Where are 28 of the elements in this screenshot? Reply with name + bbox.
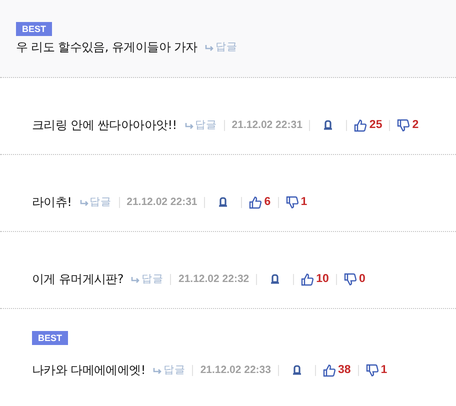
reply-arrow-icon <box>205 44 214 50</box>
comment-date: 21.12.02 22:33 <box>200 364 271 376</box>
dislike-button[interactable]: 0 <box>344 272 366 286</box>
dislike-button[interactable]: 1 <box>366 364 388 376</box>
reply-arrow-icon <box>153 368 162 374</box>
bell-icon[interactable] <box>218 196 228 208</box>
bell-icon[interactable] <box>270 274 280 284</box>
reply-arrow-icon <box>80 200 89 206</box>
comment-date: 21.12.02 22:31 <box>126 196 198 208</box>
comment-text: 크리링 안에 싼다아아아앗!! <box>32 116 177 134</box>
comment-date: 21.12.02 22:32 <box>178 273 250 285</box>
bell-icon[interactable] <box>323 120 334 130</box>
like-button[interactable]: 38 <box>322 364 351 376</box>
comment-text: 라이츄! <box>32 194 72 210</box>
reply-arrow-icon <box>184 122 194 128</box>
comment-date: 21.12.02 22:31 <box>232 119 302 131</box>
like-button[interactable]: 25 <box>354 118 382 132</box>
best-badge: BEST <box>16 22 52 36</box>
reply-arrow-icon <box>131 276 140 282</box>
best-badge: BEST <box>32 331 68 345</box>
dislike-button[interactable]: 1 <box>286 196 308 208</box>
dislike-button[interactable]: 2 <box>397 118 419 132</box>
comment-text: 우 리도 할수있음, 유게이들아 가자 <box>16 38 198 56</box>
like-button[interactable]: 6 <box>249 196 271 208</box>
comment-text: 이게 유머게시판? <box>32 270 124 288</box>
comment-text: 나카와 다메에에에엣! <box>32 362 146 378</box>
bell-icon[interactable] <box>292 364 302 376</box>
like-button[interactable]: 10 <box>301 272 329 286</box>
